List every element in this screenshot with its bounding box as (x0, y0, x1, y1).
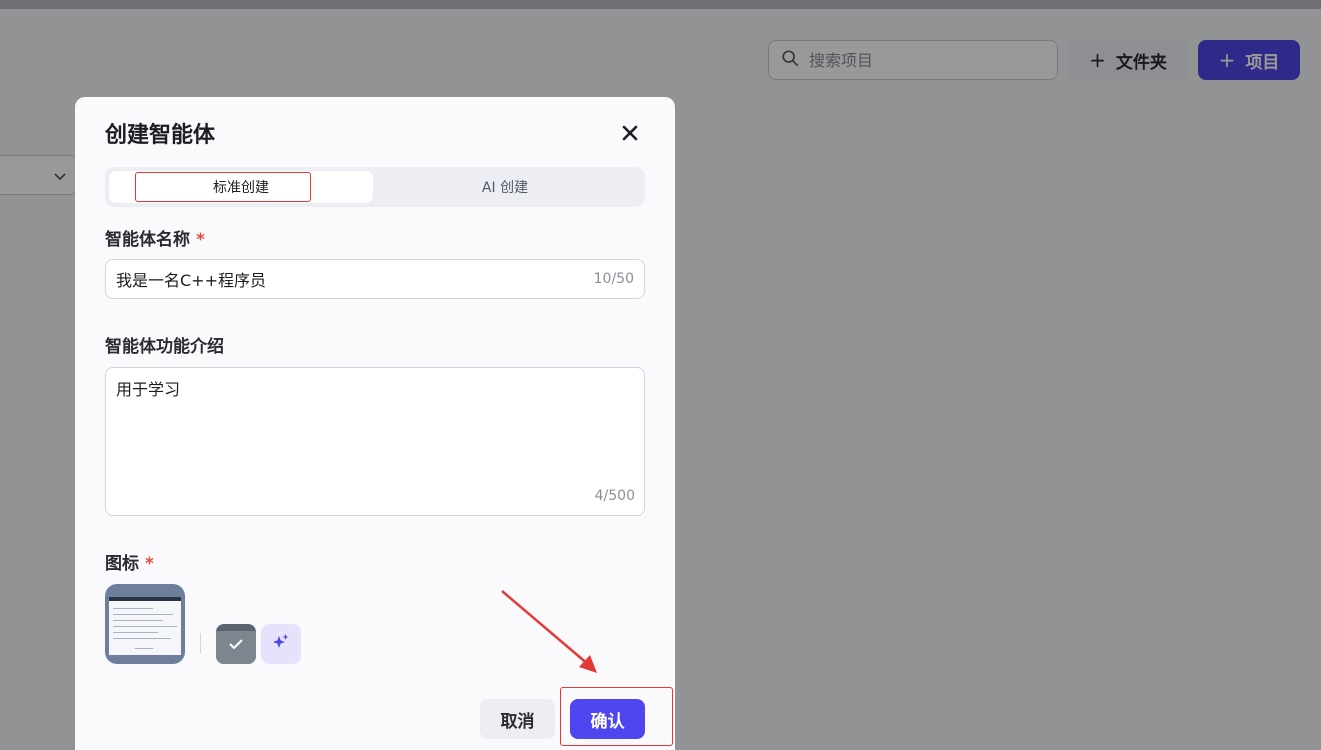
create-agent-dialog: 创建智能体 标准创建 AI 创建 智能体名称 * 我是一名C++程序员 10/50… (75, 97, 675, 750)
icon-field-label: 图标 * (105, 554, 154, 574)
ai-generate-icon-button[interactable] (261, 624, 301, 664)
name-field-label: 智能体名称 * (105, 230, 205, 250)
agent-icon-preview[interactable] (105, 584, 185, 664)
required-mark: * (196, 230, 205, 250)
description-field-label: 智能体功能介绍 (105, 337, 224, 357)
name-char-counter: 10/50 (593, 271, 634, 287)
agent-name-value: 我是一名C++程序员 (116, 271, 266, 290)
description-char-counter: 4/500 (594, 488, 635, 504)
tab-ai-create[interactable]: AI 创建 (373, 171, 637, 203)
tab-standard-create-label: 标准创建 (213, 180, 269, 196)
create-mode-tabs: 标准创建 AI 创建 (105, 167, 645, 207)
required-mark: * (145, 554, 154, 574)
agent-name-input[interactable]: 我是一名C++程序员 10/50 (105, 259, 645, 299)
tab-standard-create[interactable]: 标准创建 (109, 171, 373, 203)
dialog-title: 创建智能体 (105, 123, 216, 148)
cancel-button[interactable]: 取消 (480, 699, 555, 739)
agent-description-textarea[interactable]: 用于学习 4/500 (105, 367, 645, 516)
confirm-button[interactable]: 确认 (570, 699, 645, 739)
agent-description-value: 用于学习 (116, 380, 181, 399)
tab-ai-create-label: AI 创建 (481, 180, 529, 196)
sparkle-icon (272, 633, 290, 655)
icon-divider (200, 633, 201, 653)
icon-option-selected[interactable] (216, 624, 256, 664)
close-icon[interactable] (618, 121, 642, 145)
check-icon (228, 636, 244, 656)
